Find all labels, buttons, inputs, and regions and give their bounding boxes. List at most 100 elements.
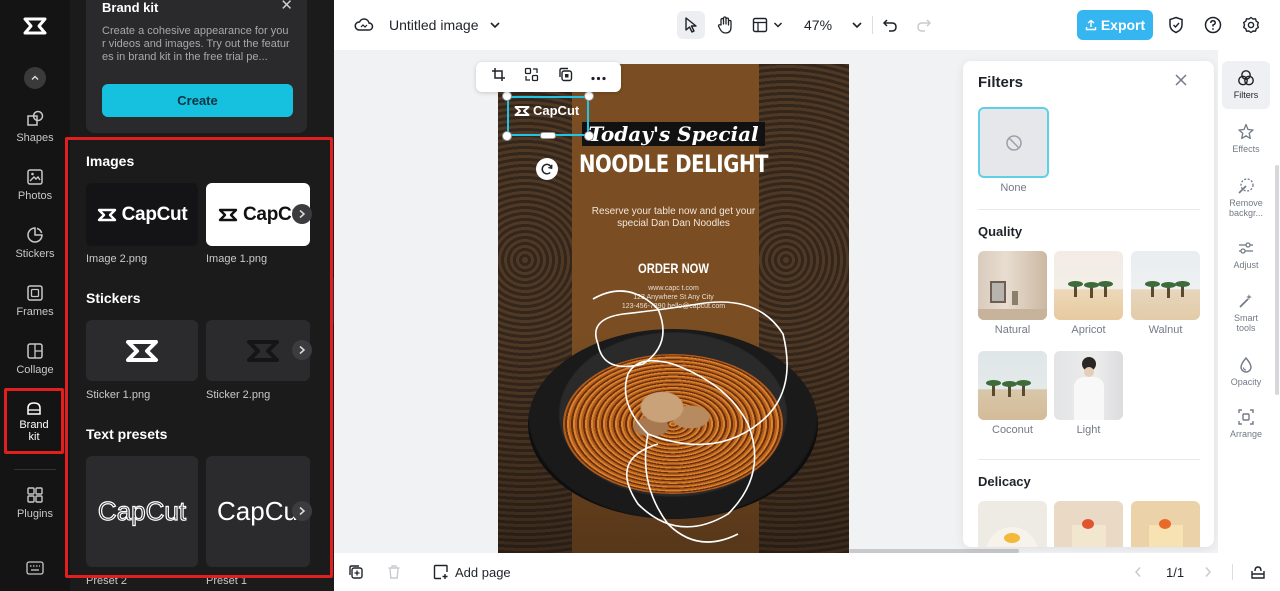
layers-button[interactable]	[1250, 553, 1266, 591]
tool-arrange[interactable]: Arrange	[1222, 408, 1270, 439]
person-body-shape	[1074, 377, 1104, 420]
shield-button[interactable]	[1162, 11, 1190, 39]
redo-icon	[917, 19, 932, 32]
cursor-icon	[685, 17, 697, 33]
fruit-shape	[1082, 519, 1094, 529]
help-button[interactable]	[1199, 11, 1227, 39]
capcut-logo-icon	[514, 105, 530, 116]
more-options-icon[interactable]	[591, 68, 606, 86]
text-preset-thumb-preset-2[interactable]: CapCut	[86, 456, 198, 567]
tool-filters[interactable]: Filters	[1222, 61, 1270, 109]
filter-delicacy-1[interactable]	[978, 501, 1047, 547]
poster-logo[interactable]: CapCut	[514, 103, 579, 118]
close-icon[interactable]: ✕	[280, 0, 293, 14]
plugins-icon	[27, 487, 43, 503]
no-filter-icon	[1005, 134, 1022, 151]
hand-tool-button[interactable]	[711, 11, 739, 39]
resize-handle[interactable]	[502, 131, 512, 141]
vertical-scrollbar[interactable]	[1275, 165, 1279, 395]
left-rail: Shapes Photos Stickers Frames Collage Br…	[0, 0, 70, 591]
top-bar: Untitled image 47% Export	[334, 0, 1280, 50]
bottom-bar: Add page 1/1	[334, 553, 1280, 591]
resize-handle[interactable]	[584, 131, 594, 141]
filter-delicacy-2[interactable]	[1054, 501, 1123, 547]
delicacy-section-title: Delicacy	[978, 474, 1031, 489]
select-tool-button[interactable]	[677, 11, 705, 39]
cloud-save-icon[interactable]	[354, 0, 374, 50]
create-button[interactable]: Create	[102, 84, 293, 117]
collage-icon	[27, 343, 43, 359]
tool-label: Arrange	[1229, 429, 1263, 439]
tool-effects[interactable]: Effects	[1222, 123, 1270, 154]
sticker-label: Sticker 2.png	[206, 389, 271, 401]
tool-label: Smart tools	[1233, 313, 1258, 333]
settings-button[interactable]	[1237, 11, 1265, 39]
filter-none[interactable]	[978, 107, 1049, 178]
resize-handle[interactable]	[502, 91, 512, 101]
upload-icon	[1085, 19, 1097, 31]
chevron-right-icon	[299, 209, 306, 219]
previous-page-button[interactable]	[1134, 553, 1142, 591]
filters-title: Filters	[978, 74, 1024, 91]
rail-item-plugins[interactable]: Plugins	[0, 486, 70, 520]
keyboard-shortcuts-button[interactable]	[26, 561, 44, 580]
tool-smart-tools[interactable]: Smart tools	[1222, 292, 1270, 333]
resize-handle[interactable]	[540, 132, 556, 139]
layers-icon	[1251, 566, 1265, 579]
filter-walnut[interactable]	[1131, 251, 1200, 320]
sticker-label: Sticker 1.png	[86, 389, 151, 401]
rail-item-brand-kit[interactable]: Brand kit	[4, 388, 64, 454]
poster-page[interactable]: Today's Special NOODLE DELIGHT Reserve y…	[498, 64, 849, 553]
undo-button[interactable]	[876, 11, 904, 39]
filter-label: None	[1000, 182, 1027, 194]
capcut-logo-icon	[247, 339, 279, 362]
tool-adjust[interactable]: Adjust	[1222, 239, 1270, 270]
rail-item-photos[interactable]: Photos	[0, 168, 70, 202]
rotate-button[interactable]	[536, 158, 558, 180]
stickers-scroll-right-button[interactable]	[292, 340, 312, 360]
chevron-right-icon	[299, 345, 306, 355]
next-page-button[interactable]	[1204, 553, 1212, 591]
rail-label: Frames	[16, 306, 54, 318]
poster-logo-text: CapCut	[533, 103, 580, 118]
add-page-label: Add page	[455, 564, 511, 580]
add-page-button[interactable]: Add page	[433, 553, 511, 591]
filter-light[interactable]	[1054, 351, 1123, 420]
brand-kit-icon	[27, 402, 41, 415]
capcut-logo-icon[interactable]	[22, 13, 48, 39]
sticker-thumb-sticker-1[interactable]	[86, 320, 198, 381]
crop-icon[interactable]	[491, 67, 506, 87]
duplicate-page-button[interactable]	[348, 553, 364, 591]
filter-natural[interactable]	[978, 251, 1047, 320]
delete-page-button[interactable]	[386, 553, 402, 591]
close-icon[interactable]	[1174, 73, 1188, 92]
images-scroll-right-button[interactable]	[292, 204, 312, 224]
layout-dropdown[interactable]	[752, 0, 783, 50]
table-shape	[978, 309, 1047, 320]
project-title-dropdown[interactable]: Untitled image	[389, 0, 501, 50]
rail-item-frames[interactable]: Frames	[0, 284, 70, 318]
collapse-up-button[interactable]	[24, 67, 46, 89]
chevron-left-icon	[1134, 567, 1141, 577]
tool-remove-background[interactable]: Remove backgr...	[1222, 177, 1270, 218]
duplicate-icon[interactable]	[558, 67, 573, 87]
zoom-dropdown[interactable]: 47%	[804, 0, 863, 50]
text-presets-scroll-right-button[interactable]	[292, 501, 312, 521]
rail-item-stickers[interactable]: Stickers	[0, 226, 70, 260]
filter-label: Natural	[994, 324, 1031, 336]
filter-coconut[interactable]	[978, 351, 1047, 420]
rail-divider	[14, 469, 56, 470]
export-button[interactable]: Export	[1077, 10, 1153, 40]
tool-opacity[interactable]: Opacity	[1222, 356, 1270, 387]
image-thumb-image-2[interactable]: CapCut	[86, 183, 198, 246]
rail-item-collage[interactable]: Collage	[0, 342, 70, 376]
gear-icon	[1243, 16, 1259, 34]
rail-item-shapes[interactable]: Shapes	[0, 110, 70, 144]
resize-handle[interactable]	[584, 91, 594, 101]
transform-icon[interactable]	[524, 67, 539, 87]
redo-button[interactable]	[910, 11, 938, 39]
filter-delicacy-3[interactable]	[1131, 501, 1200, 547]
filter-apricot[interactable]	[1054, 251, 1123, 320]
capcut-logo-icon	[97, 208, 116, 221]
chevron-down-icon	[773, 22, 783, 28]
